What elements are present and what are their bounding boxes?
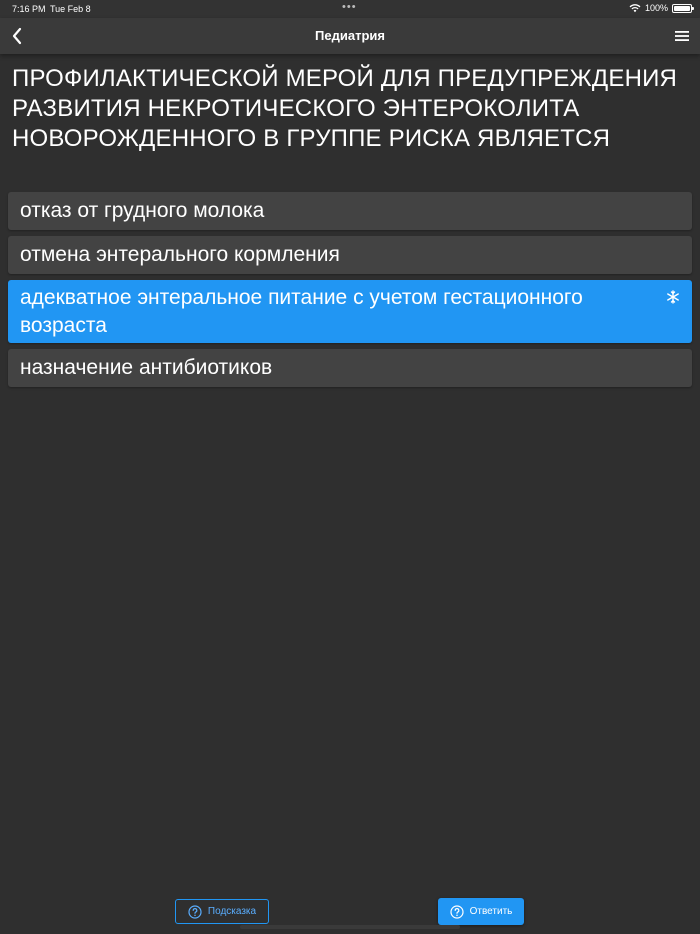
answer-option-label: назначение антибиотиков [20, 356, 273, 379]
navigation-bar: Педиатрия [0, 18, 700, 54]
status-time: 7:16 PM [12, 4, 46, 14]
submit-answer-button[interactable]: Ответить [438, 898, 524, 925]
answer-option-3-selected[interactable]: адекватное энтеральное питание с учетом … [8, 280, 692, 343]
hamburger-menu-icon[interactable] [672, 26, 692, 46]
battery-icon [672, 3, 694, 13]
answer-option-label: отказ от грудного молока [20, 199, 265, 222]
question-circle-icon [450, 904, 464, 919]
battery-percentage: 100% [644, 3, 668, 13]
answer-option-1[interactable]: отказ от грудного молока [8, 192, 692, 230]
snowflake-icon [667, 290, 679, 304]
app-screen: 7:16 PM Tue Feb 8 ••• 100% Педиатрия ПРО… [0, 0, 700, 934]
multitasking-dots-icon[interactable]: ••• [342, 1, 357, 13]
status-indicators: 100% [629, 3, 694, 13]
question-circle-icon [188, 904, 202, 919]
answer-option-label: отмена энтерального кормления [20, 243, 340, 266]
answer-option-2[interactable]: отмена энтерального кормления [8, 236, 692, 274]
answer-option-4[interactable]: назначение антибиотиков [8, 349, 692, 387]
status-date: Tue Feb 8 [50, 4, 91, 14]
home-indicator [240, 925, 460, 929]
status-bar: 7:16 PM Tue Feb 8 ••• 100% [0, 0, 700, 18]
answer-option-label: адекватное энтеральное питание с учетом … [20, 286, 583, 337]
page-title: Педиатрия [315, 28, 385, 43]
question-text: ПРОФИЛАКТИЧЕСКОЙ МЕРОЙ ДЛЯ ПРЕДУПРЕЖДЕНИ… [12, 65, 678, 152]
wifi-icon [629, 4, 641, 13]
hint-button[interactable]: Подсказка [175, 899, 269, 924]
hint-button-label: Подсказка [207, 906, 257, 917]
submit-answer-label: Ответить [469, 906, 513, 917]
